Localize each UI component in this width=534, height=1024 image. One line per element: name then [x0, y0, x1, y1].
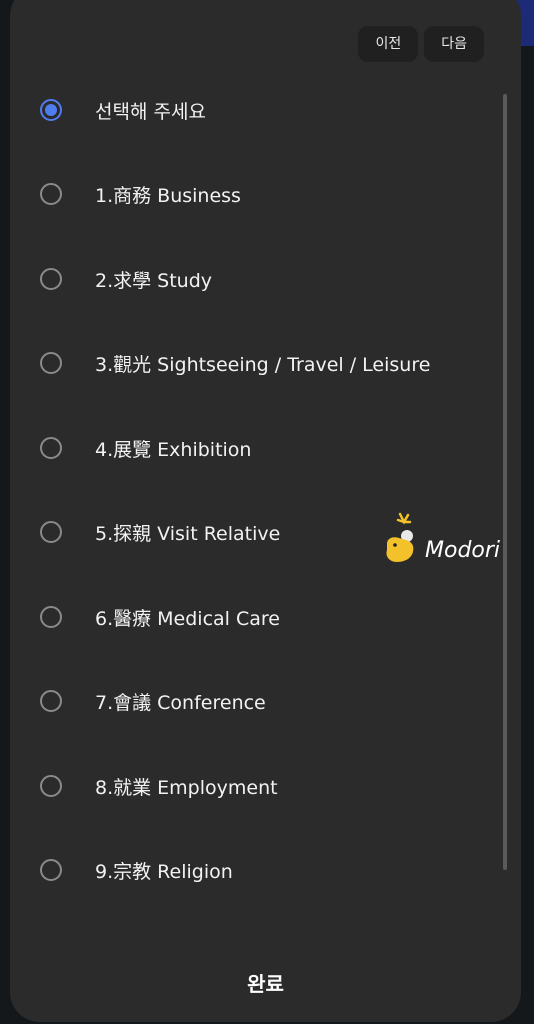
option-label: 9.宗教 Religion: [95, 860, 233, 883]
option-label: 7.會議 Conference: [95, 691, 266, 714]
option-label: 2.求學 Study: [95, 269, 213, 292]
prev-button[interactable]: 이전: [358, 26, 419, 62]
radio-button[interactable]: [40, 690, 62, 712]
option-item-employment[interactable]: 8.就業 Employment: [10, 756, 490, 816]
radio-button[interactable]: [40, 352, 62, 374]
option-item-sightseeing[interactable]: 3.觀光 Sightseeing / Travel / Leisure: [10, 333, 490, 393]
duck-logo-icon: [386, 512, 414, 562]
radio-button[interactable]: [40, 606, 62, 628]
nav-buttons: 이전 다음: [358, 26, 484, 62]
radio-button[interactable]: [40, 99, 62, 121]
option-item-study[interactable]: 2.求學 Study: [10, 249, 490, 309]
option-item-conference[interactable]: 7.會議 Conference: [10, 671, 490, 731]
radio-button[interactable]: [40, 521, 62, 543]
option-item-medical-care[interactable]: 6.醫療 Medical Care: [10, 587, 490, 647]
next-button[interactable]: 다음: [424, 26, 484, 62]
radio-button[interactable]: [40, 183, 62, 205]
watermark-text: Modori: [425, 538, 501, 563]
watermark: Modori: [383, 512, 523, 572]
radio-button[interactable]: [40, 268, 62, 290]
option-item-business[interactable]: 1.商務 Business: [10, 164, 490, 224]
radio-button[interactable]: [40, 775, 62, 797]
option-sheet: 이전 다음 선택해 주세요 1.商務 Business 2.求學 Study 3…: [10, 0, 521, 1022]
option-label: 1.商務 Business: [95, 184, 241, 207]
scrollbar[interactable]: [503, 94, 507, 870]
option-label: 선택해 주세요: [95, 100, 206, 123]
option-item-religion[interactable]: 9.宗教 Religion: [10, 840, 490, 900]
radio-button[interactable]: [40, 437, 62, 459]
option-label: 6.醫療 Medical Care: [95, 607, 280, 630]
option-item-exhibition[interactable]: 4.展覽 Exhibition: [10, 418, 490, 478]
option-label: 5.探親 Visit Relative: [95, 522, 281, 545]
done-button[interactable]: 완료: [10, 968, 521, 997]
option-label: 3.觀光 Sightseeing / Travel / Leisure: [95, 353, 431, 376]
radio-button[interactable]: [40, 859, 62, 881]
option-label: 8.就業 Employment: [95, 776, 278, 799]
option-label: 4.展覽 Exhibition: [95, 438, 252, 461]
option-item-placeholder[interactable]: 선택해 주세요: [10, 80, 490, 140]
